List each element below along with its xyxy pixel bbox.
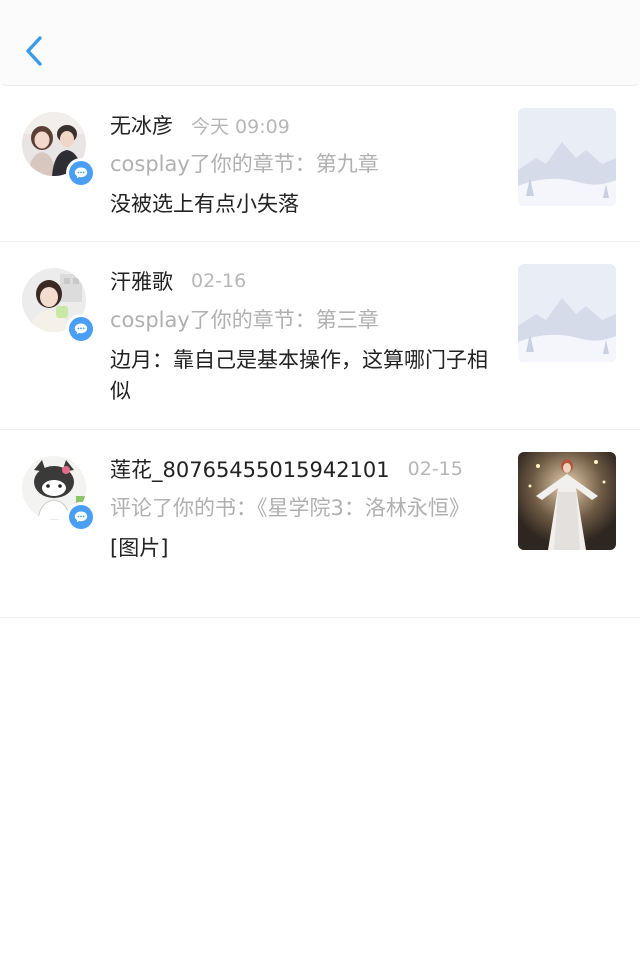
chapter-thumbnail[interactable] [518, 264, 616, 362]
back-button[interactable] [14, 30, 54, 70]
username[interactable]: 汗雅歌 [110, 266, 173, 296]
action-text: cosplay了你的章节：第九章 [110, 152, 379, 176]
book-cover-image [518, 452, 616, 550]
notification-row[interactable]: 莲花_80765455015942101 02-15 评论了你的书：《星学院3：… [0, 430, 640, 618]
message-badge [66, 314, 96, 344]
username[interactable]: 无冰彦 [110, 110, 173, 140]
notification-content: 莲花_80765455015942101 02-15 评论了你的书：《星学院3：… [110, 454, 495, 564]
message-text: [图片] [110, 536, 169, 560]
message-badge [66, 158, 96, 188]
notification-content: 无冰彦 今天 09:09 cosplay了你的章节：第九章 没被选上有点小失落 [110, 110, 495, 220]
message-icon [74, 167, 88, 179]
avatar-wrap[interactable] [22, 456, 96, 532]
avatar-wrap[interactable] [22, 112, 96, 188]
notification-row[interactable]: 汗雅歌 02-16 cosplay了你的章节：第三章 边月：靠自己是基本操作，这… [0, 242, 640, 430]
notification-list: 无冰彦 今天 09:09 cosplay了你的章节：第九章 没被选上有点小失落 [0, 86, 640, 618]
message-icon [74, 511, 88, 523]
notification-content: 汗雅歌 02-16 cosplay了你的章节：第三章 边月：靠自己是基本操作，这… [110, 266, 495, 407]
notification-row[interactable]: 无冰彦 今天 09:09 cosplay了你的章节：第九章 没被选上有点小失落 [0, 86, 640, 242]
username[interactable]: 莲花_80765455015942101 [110, 454, 390, 484]
book-cover-thumbnail[interactable] [518, 452, 616, 550]
timestamp: 02-15 [407, 458, 463, 480]
placeholder-mountain-image [518, 264, 616, 362]
message-text: 没被选上有点小失落 [110, 192, 299, 216]
action-text: cosplay了你的章节：第三章 [110, 308, 379, 332]
placeholder-mountain-image [518, 108, 616, 206]
message-text: 边月：靠自己是基本操作，这算哪门子相似 [110, 348, 488, 403]
chapter-thumbnail[interactable] [518, 108, 616, 206]
timestamp: 02-16 [191, 270, 247, 292]
action-text: 评论了你的书：《星学院3：洛林永恒》 [110, 496, 470, 520]
message-icon [74, 323, 88, 335]
timestamp: 今天 09:09 [191, 115, 290, 138]
avatar-wrap[interactable] [22, 268, 96, 344]
chevron-left-icon [26, 36, 42, 66]
top-nav-bar [0, 0, 640, 86]
message-badge [66, 502, 96, 532]
